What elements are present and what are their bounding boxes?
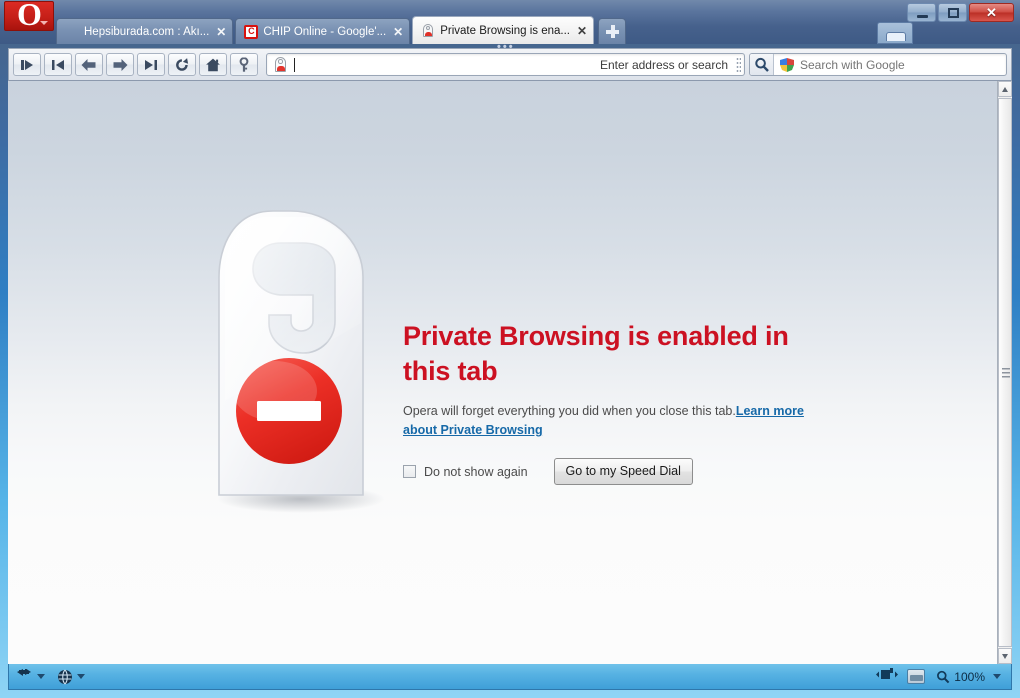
close-icon: ✕ xyxy=(986,5,997,20)
arrow-right-icon xyxy=(113,58,128,71)
chevron-down-icon xyxy=(993,674,1001,679)
tab-label: Private Browsing is ena... xyxy=(440,24,570,37)
search-input[interactable] xyxy=(800,57,1006,72)
triangle-down-icon xyxy=(1002,654,1008,659)
content-blocker-icon xyxy=(876,667,899,679)
chip-favicon: C xyxy=(244,25,259,39)
resize-grip[interactable] xyxy=(736,57,741,72)
grip-icon xyxy=(1002,367,1010,378)
key-icon xyxy=(239,57,249,72)
private-browsing-message: Private Browsing is enabled in this tab … xyxy=(403,319,833,485)
page-description: Opera will forget everything you did whe… xyxy=(403,402,823,440)
transfers-icon xyxy=(17,669,31,676)
scroll-up-arrow[interactable] xyxy=(998,81,1012,97)
do-not-show-again-checkbox[interactable] xyxy=(403,465,416,478)
opera-unite-button[interactable] xyxy=(57,669,85,685)
browser-window: O Hepsiburada.com : Akı... ✕ C CHIP Onli… xyxy=(0,0,1020,698)
images-toggle-button[interactable] xyxy=(907,669,926,684)
new-tab-button[interactable] xyxy=(598,18,627,44)
chevron-down-icon xyxy=(37,674,45,679)
tab-hepsiburada[interactable]: Hepsiburada.com : Akı... ✕ xyxy=(56,18,234,44)
page-content: Private Browsing is enabled in this tab … xyxy=(8,81,997,664)
panel-toggle-button[interactable] xyxy=(877,22,913,44)
fast-forward-icon xyxy=(21,59,33,70)
address-bar[interactable]: Enter address or search xyxy=(266,53,745,76)
tab-label: Hepsiburada.com : Akı... xyxy=(84,25,210,38)
forward-end-icon xyxy=(145,59,157,70)
do-not-show-again-label: Do not show again xyxy=(424,464,528,479)
opera-menu-button[interactable]: O xyxy=(4,0,54,32)
back-button[interactable] xyxy=(75,53,103,76)
chevron-down-icon xyxy=(40,21,48,25)
transfers-button[interactable] xyxy=(15,669,45,684)
tab-close-icon[interactable]: ✕ xyxy=(216,25,226,39)
search-go-button[interactable] xyxy=(750,54,774,75)
minimize-button[interactable] xyxy=(907,3,936,22)
title-bar: O Hepsiburada.com : Akı... ✕ C CHIP Onli… xyxy=(0,0,1020,53)
vertical-scrollbar[interactable] xyxy=(997,81,1012,664)
rewind-button[interactable] xyxy=(44,53,72,76)
forward-button[interactable] xyxy=(106,53,134,76)
tab-label: CHIP Online - Google'... xyxy=(263,25,387,38)
content-blocker-button[interactable] xyxy=(874,667,900,687)
search-bar[interactable] xyxy=(749,53,1007,76)
page-title: Private Browsing is enabled in this tab xyxy=(403,321,789,386)
google-icon xyxy=(779,57,795,73)
scroll-thumb[interactable] xyxy=(998,98,1012,647)
hepsiburada-favicon xyxy=(65,25,79,39)
navigation-toolbar: Enter address or search xyxy=(8,48,1012,81)
tab-close-icon[interactable]: ✕ xyxy=(393,25,403,39)
zoom-level-label: 100% xyxy=(954,669,985,684)
reload-button[interactable] xyxy=(168,53,196,76)
tab-private-browsing[interactable]: Private Browsing is ena... ✕ xyxy=(412,16,595,44)
home-icon xyxy=(206,58,220,71)
opera-logo-icon: O xyxy=(17,0,42,32)
action-row: Do not show again Go to my Speed Dial xyxy=(403,458,833,485)
tab-strip: Hepsiburada.com : Akı... ✕ C CHIP Online… xyxy=(56,12,627,44)
close-button[interactable]: ✕ xyxy=(969,3,1014,22)
door-hanger-no-entry-illustration xyxy=(217,210,385,513)
tab-close-icon[interactable]: ✕ xyxy=(577,24,587,38)
globe-icon xyxy=(58,669,72,684)
magnifier-icon xyxy=(937,670,950,683)
home-button[interactable] xyxy=(199,53,227,76)
address-hint-label: Enter address or search xyxy=(599,57,728,72)
arrow-left-icon xyxy=(81,58,96,71)
fast-forward-button[interactable] xyxy=(13,53,41,76)
tab-chip-online[interactable]: C CHIP Online - Google'... ✕ xyxy=(235,18,411,44)
private-browsing-icon xyxy=(273,56,288,73)
chevron-down-icon xyxy=(77,674,85,679)
zoom-control[interactable]: 100% xyxy=(932,669,1005,685)
fast-forward-end-button[interactable] xyxy=(137,53,165,76)
private-browsing-favicon xyxy=(421,23,435,38)
panel-icon xyxy=(886,32,906,41)
magnifier-icon xyxy=(755,57,769,72)
reload-icon xyxy=(176,57,189,71)
rewind-icon xyxy=(52,59,64,70)
maximize-button[interactable] xyxy=(938,3,967,22)
go-to-speed-dial-button[interactable]: Go to my Speed Dial xyxy=(553,458,693,485)
status-bar-right: 100% xyxy=(874,667,1005,687)
triangle-up-icon xyxy=(1002,87,1008,92)
window-controls: ✕ xyxy=(907,3,1014,22)
maximize-icon xyxy=(948,8,959,18)
scroll-down-arrow[interactable] xyxy=(998,648,1012,664)
wand-button[interactable] xyxy=(230,53,258,76)
address-input[interactable] xyxy=(295,55,600,74)
image-icon xyxy=(910,675,924,681)
description-text: Opera will forget everything you did whe… xyxy=(403,404,736,418)
minimize-icon xyxy=(917,15,928,18)
status-bar: 100% xyxy=(8,664,1012,690)
